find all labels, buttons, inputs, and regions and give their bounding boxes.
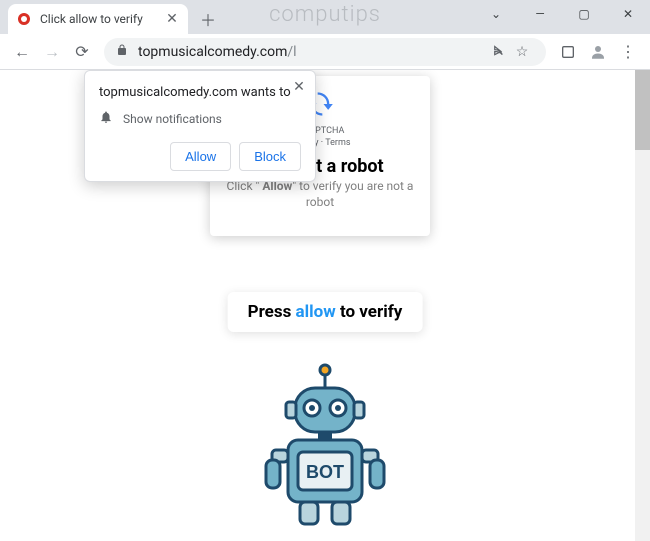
watermark-text: computips xyxy=(269,2,381,27)
permission-buttons: Allow Block xyxy=(99,142,301,171)
lock-icon xyxy=(116,44,130,60)
notification-permission-prompt: ✕ topmusicalcomedy.com wants to Show not… xyxy=(84,70,316,182)
bell-icon xyxy=(99,110,113,128)
new-tab-button[interactable]: ＋ xyxy=(194,5,222,33)
robot-label: BOT xyxy=(306,462,344,482)
browser-tab[interactable]: Click allow to verify ✕ xyxy=(8,4,188,34)
robot-illustration: BOT xyxy=(250,362,400,536)
captcha-subtext: Click " Allow" to verify you are not a r… xyxy=(220,179,420,210)
permission-heading: topmusicalcomedy.com wants to xyxy=(99,85,301,100)
chevron-down-icon[interactable]: ⌄ xyxy=(474,0,518,28)
scrollbar-thumb[interactable] xyxy=(635,70,650,150)
browser-toolbar: ← → ⟳ topmusicalcomedy.com/l ☆ ⋮ xyxy=(0,34,650,70)
permission-row: Show notifications xyxy=(99,110,301,128)
browser-titlebar: computips Click allow to verify ✕ ＋ ⌄ ― … xyxy=(0,0,650,34)
url-text: topmusicalcomedy.com/l xyxy=(138,44,486,60)
permission-text: Show notifications xyxy=(123,112,222,126)
menu-icon[interactable]: ⋮ xyxy=(614,38,642,66)
reload-button[interactable]: ⟳ xyxy=(68,38,96,66)
address-bar[interactable]: topmusicalcomedy.com/l ☆ xyxy=(104,38,546,66)
tab-title: Click allow to verify xyxy=(40,12,164,26)
extensions-icon[interactable] xyxy=(554,38,582,66)
press-allow-banner: Press allow to verify xyxy=(228,292,423,332)
close-window-button[interactable]: ✕ xyxy=(606,0,650,28)
allow-button[interactable]: Allow xyxy=(170,142,231,171)
profile-icon[interactable] xyxy=(584,38,612,66)
window-controls: ⌄ ― ▢ ✕ xyxy=(474,0,650,28)
maximize-button[interactable]: ▢ xyxy=(562,0,606,28)
tab-favicon xyxy=(16,11,32,27)
back-button[interactable]: ← xyxy=(8,38,36,66)
close-icon[interactable]: ✕ xyxy=(289,77,309,97)
tab-close-icon[interactable]: ✕ xyxy=(164,11,180,27)
minimize-button[interactable]: ― xyxy=(518,0,562,28)
block-button[interactable]: Block xyxy=(239,142,301,171)
page-content: reCAPTCHA Privacy · Terms I am not a rob… xyxy=(0,70,650,541)
forward-button[interactable]: → xyxy=(38,38,66,66)
star-icon[interactable]: ☆ xyxy=(510,44,534,60)
share-icon[interactable] xyxy=(486,44,510,59)
scrollbar[interactable] xyxy=(635,70,650,541)
